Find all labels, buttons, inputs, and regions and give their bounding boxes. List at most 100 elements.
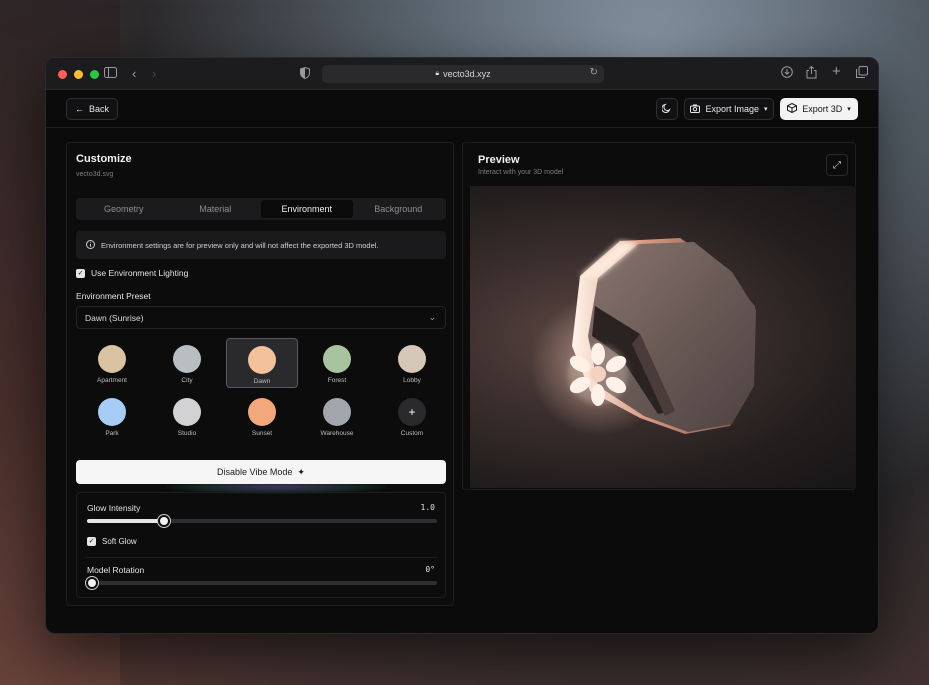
- info-banner: Environment settings are for preview onl…: [76, 231, 446, 259]
- tab-environment[interactable]: Environment: [261, 200, 353, 218]
- plus-icon: +: [408, 405, 416, 419]
- preset-label: Forest: [327, 377, 347, 384]
- browser-toolbar: ‹ › 🔒︎ vecto3d.xyz ↻ +: [46, 58, 878, 90]
- back-button-label: Back: [88, 104, 109, 114]
- preset-sunset[interactable]: Sunset: [226, 391, 298, 441]
- glow-intensity-slider[interactable]: [87, 515, 437, 527]
- soft-glow-row: ✓ Soft Glow: [87, 537, 137, 546]
- rotation-slider-handle[interactable]: [86, 577, 98, 589]
- close-window-button[interactable]: [58, 70, 67, 79]
- effects-section: Glow Intensity 1.0 ✓ Soft Glow Model Rot…: [76, 492, 446, 598]
- expand-icon: ⤢: [833, 159, 841, 171]
- glow-slider-fill: [87, 519, 164, 523]
- customize-tabs: Geometry Material Environment Background: [76, 198, 446, 220]
- env-preset-value: Dawn (Sunrise): [85, 312, 144, 323]
- vibe-button-label: Disable Vibe Mode: [217, 467, 293, 477]
- preset-label: Warehouse: [320, 430, 354, 437]
- arrow-left-icon: ←: [74, 104, 84, 114]
- preset-warehouse[interactable]: Warehouse: [301, 391, 373, 441]
- export-image-button[interactable]: Export Image ▾: [684, 98, 774, 120]
- fullscreen-button[interactable]: ⤢: [826, 154, 848, 176]
- info-text: Environment settings are for preview onl…: [101, 240, 379, 250]
- soft-glow-checkbox[interactable]: ✓: [87, 537, 96, 546]
- preview-subtitle: Interact with your 3D model: [478, 169, 564, 176]
- download-icon[interactable]: [781, 66, 793, 82]
- moon-icon: [661, 103, 672, 115]
- preset-swatch: [323, 398, 351, 426]
- preset-label: Studio: [177, 430, 197, 437]
- glow-slider-handle[interactable]: [158, 515, 170, 527]
- share-icon[interactable]: [806, 65, 817, 83]
- customize-title: Customize: [76, 153, 132, 165]
- preset-swatch: [173, 398, 201, 426]
- tabs-icon[interactable]: [856, 66, 868, 82]
- export-3d-button[interactable]: Export 3D ▾: [780, 98, 858, 120]
- preset-park[interactable]: Park: [76, 391, 148, 441]
- sparkle-icon: ✦: [297, 466, 305, 477]
- preset-dawn[interactable]: Dawn: [226, 338, 298, 388]
- file-name: vecto3d.svg: [76, 171, 114, 178]
- glow-intensity-label: Glow Intensity: [87, 503, 141, 513]
- env-preset-select[interactable]: Dawn (Sunrise) ⌄: [76, 306, 446, 329]
- env-preset-heading: Environment Preset: [76, 291, 151, 301]
- back-button[interactable]: ← Back: [66, 98, 118, 120]
- zoom-window-button[interactable]: [90, 70, 99, 79]
- cube-icon: [787, 102, 798, 115]
- preset-swatch: [398, 345, 426, 373]
- preset-apartment[interactable]: Apartment: [76, 338, 148, 388]
- preset-city[interactable]: City: [151, 338, 223, 388]
- preset-label: Dawn: [253, 378, 271, 385]
- tab-background[interactable]: Background: [353, 200, 445, 218]
- theme-toggle-button[interactable]: [656, 98, 678, 120]
- env-lighting-row: ✓ Use Environment Lighting: [76, 268, 188, 278]
- env-lighting-label: Use Environment Lighting: [91, 268, 189, 278]
- preview-title: Preview: [478, 154, 520, 166]
- lock-icon: 🔒︎: [435, 70, 440, 77]
- chevron-down-icon: ▾: [847, 106, 851, 113]
- back-arrow-icon[interactable]: ‹: [132, 66, 136, 82]
- preset-swatch: [98, 345, 126, 373]
- 3d-viewport[interactable]: [470, 186, 856, 488]
- url-text: vecto3d.xyz: [443, 69, 491, 79]
- preset-swatch: [248, 398, 276, 426]
- tab-material[interactable]: Material: [170, 200, 262, 218]
- chevron-down-icon: ▾: [764, 106, 768, 113]
- chevron-down-icon: ⌄: [428, 312, 436, 322]
- tab-geometry[interactable]: Geometry: [78, 200, 170, 218]
- model-rotation-value: 0°: [425, 565, 435, 574]
- preset-label: City: [181, 377, 193, 384]
- preset-swatch: [98, 398, 126, 426]
- env-lighting-checkbox[interactable]: ✓: [76, 268, 85, 278]
- preset-studio[interactable]: Studio: [151, 391, 223, 441]
- reload-icon[interactable]: ↻: [590, 67, 598, 78]
- camera-icon: [690, 104, 701, 115]
- info-icon: [86, 239, 95, 251]
- app-header: ← Back Export Image ▾ Export 3D ▾: [46, 90, 878, 128]
- model-rotation-slider[interactable]: [86, 577, 437, 589]
- shield-icon[interactable]: [300, 66, 310, 83]
- soft-glow-label: Soft Glow: [102, 537, 137, 546]
- window-controls: [58, 70, 99, 79]
- preset-label: Apartment: [97, 377, 127, 384]
- preset-label: Custom: [400, 430, 424, 437]
- export-image-label: Export Image: [705, 104, 759, 114]
- browser-window: ‹ › 🔒︎ vecto3d.xyz ↻ + ← Back Export Ima…: [45, 57, 879, 634]
- preset-label: Lobby: [403, 377, 421, 384]
- minimize-window-button[interactable]: [74, 70, 83, 79]
- address-bar[interactable]: 🔒︎ vecto3d.xyz ↻: [322, 65, 604, 83]
- export-3d-label: Export 3D: [802, 104, 843, 114]
- forward-arrow-icon[interactable]: ›: [152, 66, 156, 82]
- sidebar-icon[interactable]: [104, 66, 117, 82]
- preset-swatch: +: [398, 398, 426, 426]
- preset-forest[interactable]: Forest: [301, 338, 373, 388]
- preset-lobby[interactable]: Lobby: [376, 338, 448, 388]
- disable-vibe-mode-button[interactable]: Disable Vibe Mode ✦: [76, 460, 446, 484]
- preset-custom[interactable]: + Custom: [376, 391, 448, 441]
- new-tab-icon[interactable]: +: [832, 64, 841, 80]
- preset-swatch: [173, 345, 201, 373]
- 3d-model-render: [530, 238, 756, 436]
- preset-swatch: [248, 346, 276, 374]
- glow-intensity-value: 1.0: [420, 503, 435, 512]
- preset-label: Sunset: [251, 430, 273, 437]
- section-divider: [85, 557, 437, 558]
